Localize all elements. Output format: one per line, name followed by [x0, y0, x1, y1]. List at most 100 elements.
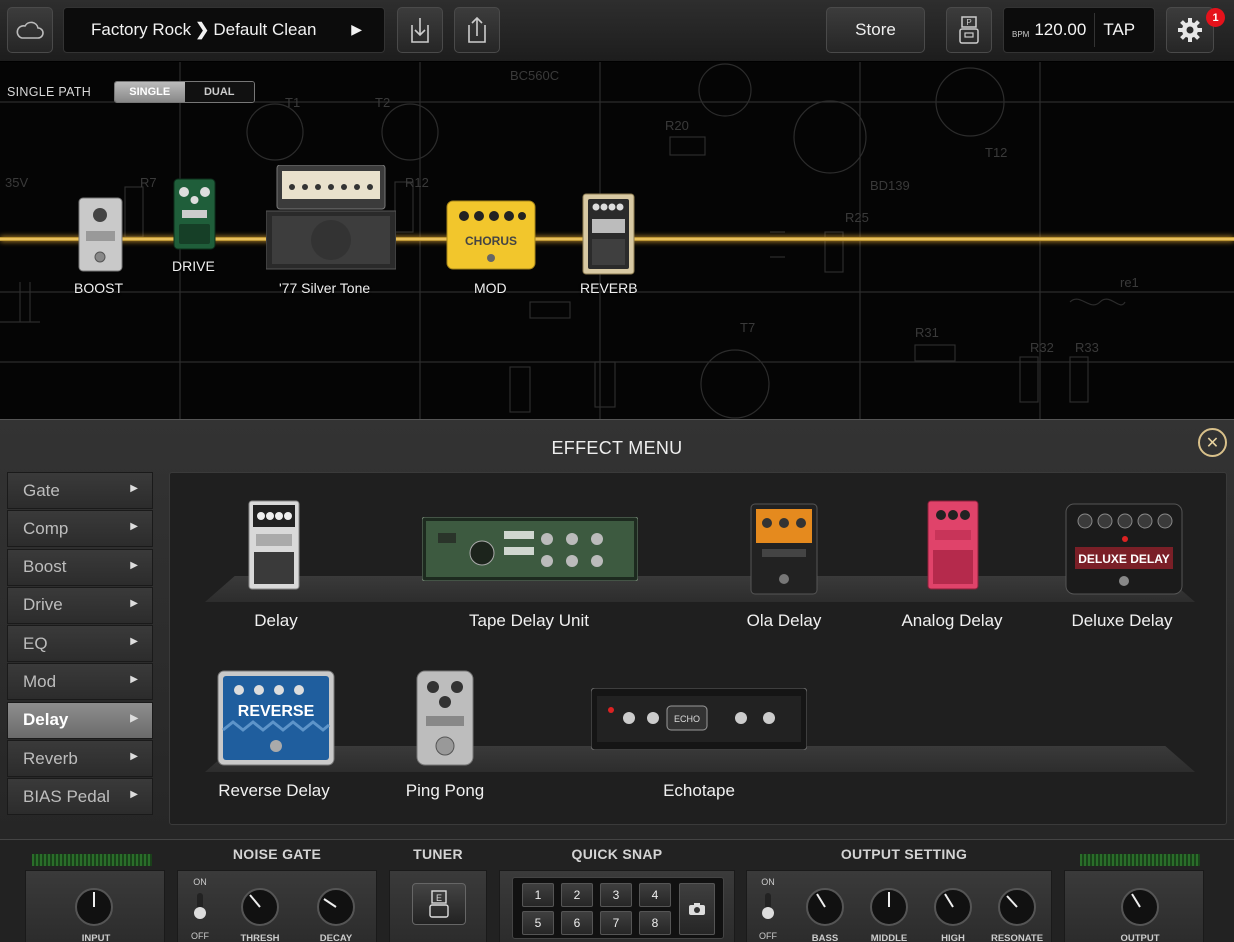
- ola-delay-pedal-icon: [750, 503, 818, 595]
- category-gate[interactable]: Gate ▶: [7, 472, 153, 509]
- bpm-value[interactable]: 120.00: [1034, 20, 1086, 40]
- output-knob[interactable]: [1118, 885, 1162, 929]
- output-knob-label: OUTPUT: [1120, 933, 1160, 942]
- reverb-pedal-icon: [582, 193, 635, 275]
- tuner-icon: E: [429, 890, 449, 918]
- thresh-knob[interactable]: [238, 885, 282, 929]
- effect-reverse-delay[interactable]: REVERSE: [217, 670, 335, 771]
- svg-text:T12: T12: [985, 145, 1007, 160]
- snap-button-4[interactable]: 4: [639, 883, 671, 907]
- effect-deluxe-delay[interactable]: DELUXE DELAY: [1065, 503, 1183, 600]
- snap-button-5[interactable]: 5: [522, 911, 554, 935]
- cloud-icon: [16, 21, 44, 39]
- effect-analog-delay[interactable]: [927, 500, 979, 595]
- resonate-knob[interactable]: [995, 885, 1039, 929]
- middle-knob[interactable]: [867, 885, 911, 929]
- high-knob-label: HIGH: [941, 933, 965, 942]
- preset-selector[interactable]: Factory Rock ❯ Default Clean ▶: [63, 7, 385, 53]
- chain-slot-mod[interactable]: CHORUS: [446, 200, 536, 275]
- output-setting-section: ON OFF BASS MIDDLE HIGH RESONATE: [746, 870, 1052, 942]
- tap-tempo-button[interactable]: TAP: [1103, 20, 1135, 40]
- svg-text:R33: R33: [1075, 340, 1099, 355]
- category-bias-pedal[interactable]: BIAS Pedal ▶: [7, 778, 153, 816]
- effect-ping-pong[interactable]: [416, 670, 474, 771]
- input-section: INPUT: [25, 870, 165, 942]
- cloud-button[interactable]: [7, 7, 53, 53]
- svg-text:T1: T1: [285, 95, 300, 110]
- svg-text:P: P: [966, 18, 971, 27]
- play-icon[interactable]: ▶: [351, 21, 362, 38]
- camera-icon: [689, 903, 705, 915]
- deluxe-delay-pedal-icon: DELUXE DELAY: [1065, 503, 1183, 595]
- chain-slot-reverb[interactable]: [582, 193, 635, 280]
- effect-tape-delay-unit[interactable]: [421, 516, 639, 586]
- effect-grid: Delay Tape Delay Unit Ola Delay Analog D…: [169, 472, 1227, 825]
- svg-text:E: E: [436, 893, 442, 903]
- chain-slot-amp[interactable]: [265, 164, 397, 275]
- ping-pong-pedal-icon: [416, 670, 474, 766]
- snap-button-8[interactable]: 8: [639, 911, 671, 935]
- category-eq[interactable]: EQ ▶: [7, 625, 153, 663]
- svg-text:DELUXE DELAY: DELUXE DELAY: [1078, 552, 1170, 566]
- svg-text:re1: re1: [1120, 275, 1139, 290]
- effect-ola-delay[interactable]: [750, 503, 818, 600]
- chain-slot-label: DRIVE: [172, 258, 215, 274]
- input-knob-label: INPUT: [81, 933, 111, 942]
- category-boost[interactable]: Boost ▶: [7, 548, 153, 586]
- svg-text:ECHO: ECHO: [674, 714, 700, 724]
- svg-text:T2: T2: [375, 95, 390, 110]
- svg-text:R31: R31: [915, 325, 939, 340]
- category-comp[interactable]: Comp ▶: [7, 510, 153, 548]
- thresh-knob-label: THRESH: [240, 933, 280, 942]
- arrow-right-icon: ▶: [130, 674, 138, 686]
- quick-snap-panel: 1 2 3 4 5 6 7 8: [512, 877, 724, 939]
- snapshot-button[interactable]: [679, 883, 715, 935]
- store-button[interactable]: Store: [826, 7, 925, 53]
- input-knob[interactable]: [72, 885, 116, 929]
- snap-button-6[interactable]: 6: [561, 911, 593, 935]
- effect-echotape[interactable]: ECHO: [590, 687, 808, 755]
- snap-button-3[interactable]: 3: [600, 883, 632, 907]
- arrow-right-icon: ▶: [130, 597, 138, 609]
- effect-delay[interactable]: [248, 500, 300, 595]
- noise-gate-switch[interactable]: [192, 891, 208, 921]
- category-mod[interactable]: Mod ▶: [7, 663, 153, 701]
- gear-icon: [1178, 18, 1202, 42]
- snap-button-2[interactable]: 2: [561, 883, 593, 907]
- high-knob[interactable]: [931, 885, 975, 929]
- output-level-meter: [1080, 854, 1200, 866]
- chain-slot-drive[interactable]: [173, 178, 216, 255]
- category-reverb[interactable]: Reverb ▶: [7, 740, 153, 778]
- category-drive[interactable]: Drive ▶: [7, 586, 153, 624]
- effect-label: Echotape: [663, 781, 735, 800]
- arrow-right-icon: ▶: [130, 483, 138, 494]
- close-button[interactable]: ✕: [1198, 428, 1227, 457]
- import-button[interactable]: [397, 7, 443, 53]
- bass-knob-label: BASS: [811, 933, 839, 942]
- share-button[interactable]: [454, 7, 500, 53]
- svg-text:T7: T7: [740, 320, 755, 335]
- dual-path-option[interactable]: DUAL: [184, 82, 254, 102]
- middle-knob-label: MIDDLE: [870, 933, 908, 942]
- preset-bank: Factory Rock: [91, 20, 192, 39]
- tuner-button[interactable]: E: [412, 883, 466, 925]
- bpm-label: BPM: [1012, 29, 1030, 39]
- tempo-display: BPM 120.00 TAP: [1003, 7, 1155, 53]
- decay-knob[interactable]: [314, 885, 358, 929]
- download-icon: [411, 18, 429, 43]
- category-delay[interactable]: Delay ▶: [7, 701, 153, 739]
- category-label: Delay: [23, 710, 69, 730]
- svg-text:R25: R25: [845, 210, 869, 225]
- snap-button-7[interactable]: 7: [600, 911, 632, 935]
- arrow-right-icon: ▶: [130, 751, 138, 763]
- snap-button-1[interactable]: 1: [522, 883, 554, 907]
- chain-slot-boost[interactable]: [78, 197, 123, 277]
- svg-text:BC560C: BC560C: [510, 68, 559, 83]
- svg-text:R12: R12: [405, 175, 429, 190]
- output-eq-switch[interactable]: [760, 891, 776, 921]
- category-label: Reverb: [23, 748, 78, 768]
- bass-knob[interactable]: [803, 885, 847, 929]
- single-path-option[interactable]: SINGLE: [115, 82, 185, 102]
- svg-text:R32: R32: [1030, 340, 1054, 355]
- pedal-mode-button[interactable]: P: [946, 7, 992, 53]
